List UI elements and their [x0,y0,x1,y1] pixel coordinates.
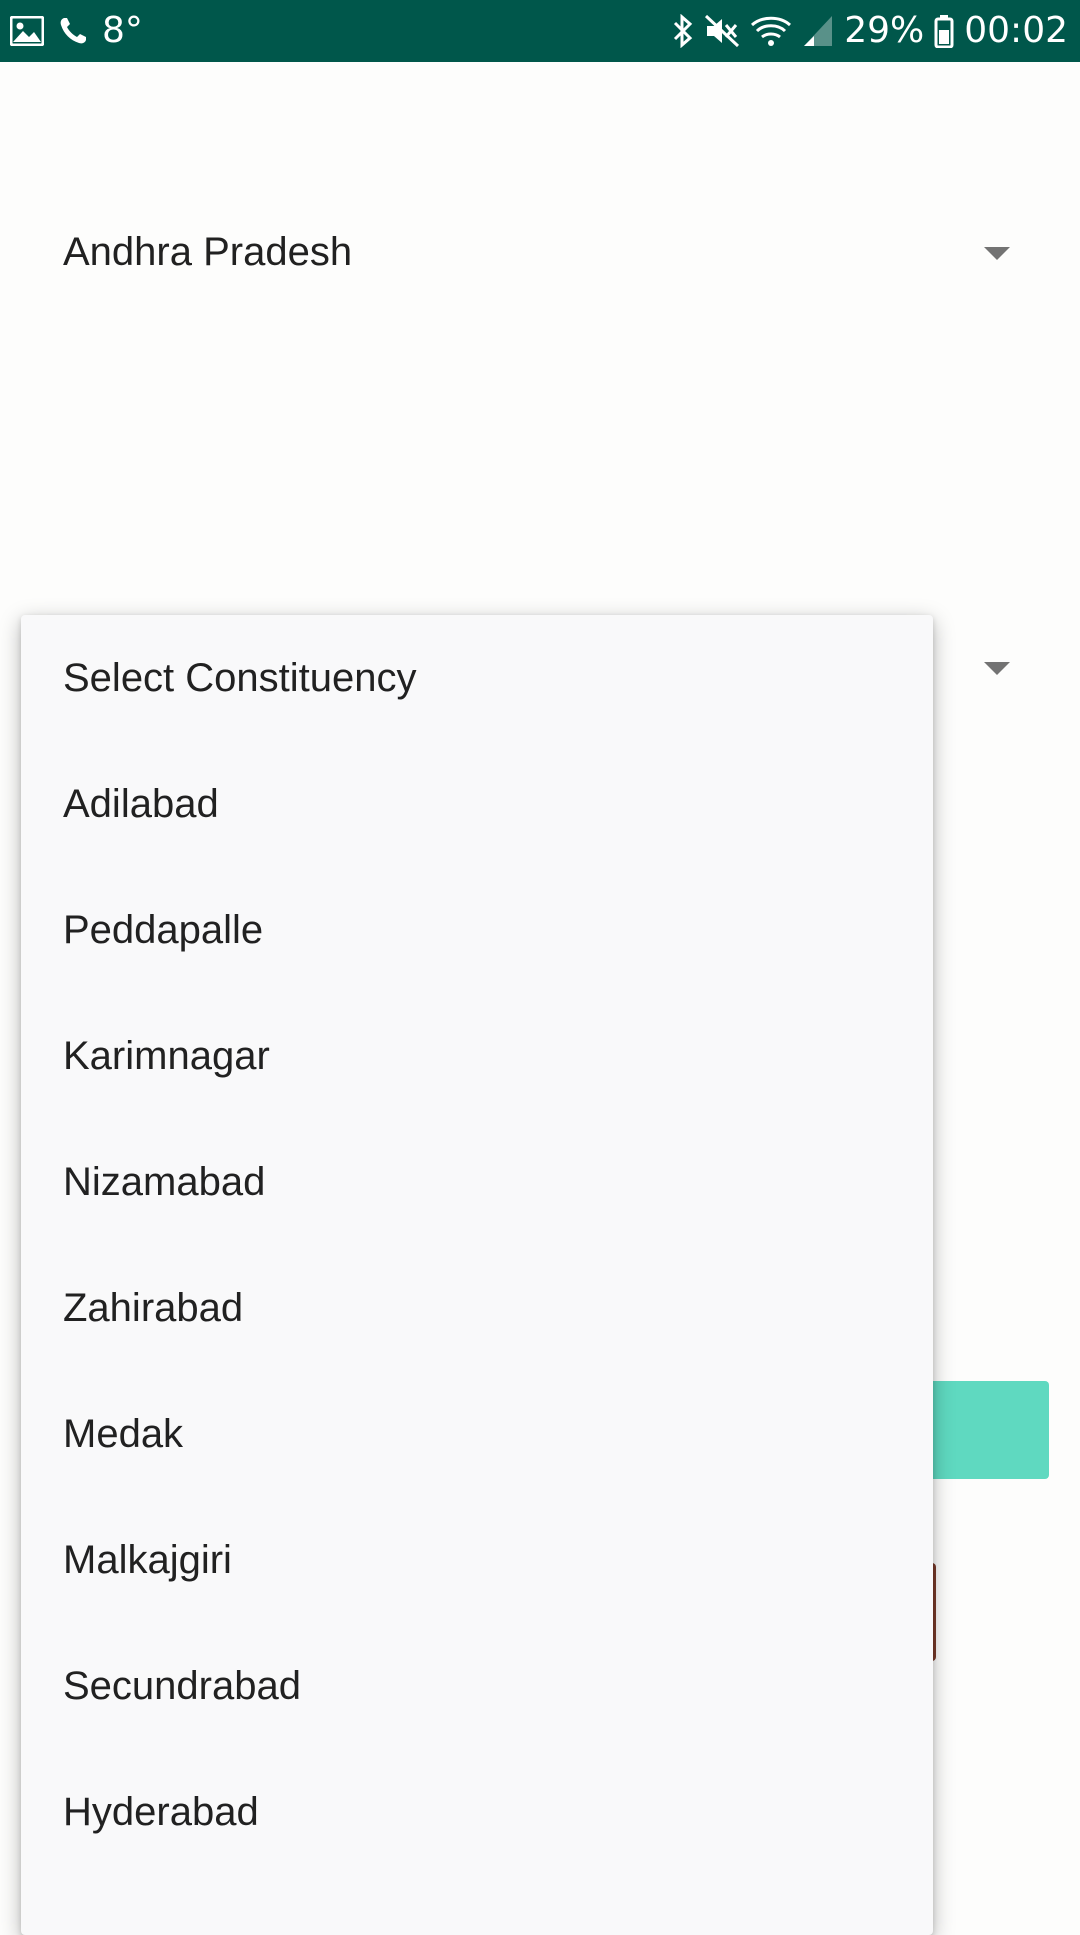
status-bar-right: 29% 00:02 [672,0,1068,62]
phone-icon [58,16,88,46]
state-spinner-value: Andhra Pradesh [63,230,353,274]
battery-percent-text: 29% [844,10,925,51]
constituency-dropdown-menu: Select Constituency Adilabad Peddapalle … [21,615,933,1935]
dropdown-item-label: Medak [63,1412,184,1456]
dropdown-item-label: Secundrabad [63,1664,301,1708]
dropdown-item-peddapalle[interactable]: Peddapalle [21,867,933,993]
mute-icon [704,14,740,48]
dropdown-item-label: Peddapalle [63,908,264,952]
dropdown-item-medak[interactable]: Medak [21,1371,933,1497]
dropdown-item-label: Select Constituency [63,656,417,700]
temperature-text: 8° [102,10,143,51]
dropdown-item-hyderabad[interactable]: Hyderabad [21,1749,933,1875]
wifi-icon [750,14,792,48]
dropdown-item-zahirabad[interactable]: Zahirabad [21,1245,933,1371]
dropdown-item-label: Karimnagar [63,1034,270,1078]
dropdown-item-malkajgiri[interactable]: Malkajgiri [21,1497,933,1623]
dropdown-item-label: Nizamabad [63,1160,266,1204]
clock-text: 00:02 [964,10,1068,51]
dropdown-item-label: Adilabad [63,782,219,826]
dropdown-item-nizamabad[interactable]: Nizamabad [21,1119,933,1245]
signal-icon [802,14,834,48]
dropdown-arrow-icon [984,247,1010,260]
dropdown-item-label: Malkajgiri [63,1538,232,1582]
state-spinner[interactable]: Andhra Pradesh [0,197,1080,307]
status-bar-left: 8° [10,0,143,62]
dropdown-arrow-icon [984,662,1010,675]
image-icon [10,16,44,46]
dropdown-item-karimnagar[interactable]: Karimnagar [21,993,933,1119]
dropdown-item-select-constituency[interactable]: Select Constituency [21,615,933,741]
dropdown-item-secundrabad[interactable]: Secundrabad [21,1623,933,1749]
status-bar: 8° 29% 00:02 [0,0,1080,62]
dropdown-item-label: Zahirabad [63,1286,244,1330]
dropdown-item-adilabad[interactable]: Adilabad [21,741,933,867]
bluetooth-icon [672,14,694,48]
battery-icon [934,14,954,48]
dropdown-item-label: Hyderabad [63,1790,259,1834]
